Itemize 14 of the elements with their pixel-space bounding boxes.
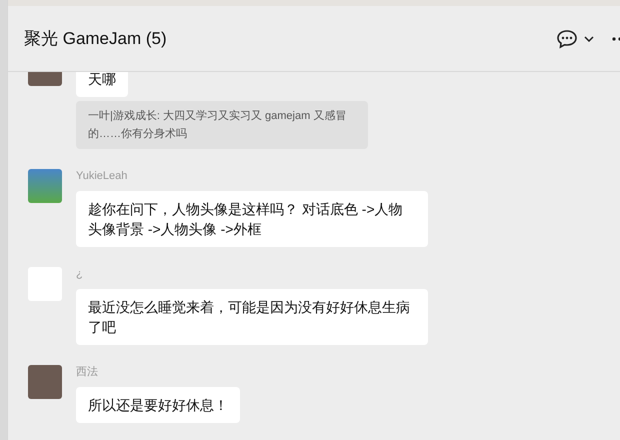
chat-title: 聚光 GameJam (5) [24,28,168,50]
message-bubble: 最近没怎么睡觉来着，可能是因为没有好好休息生病了吧 [76,289,428,345]
avatar-photo-placeholder[interactable] [28,169,62,203]
avatar-photo-placeholder[interactable] [28,365,62,399]
message-bubble: 天哪 [76,72,128,97]
chat-bubble-icon[interactable] [556,28,578,48]
quoted-message: 一叶|游戏成长: 大四又学习又实习又 gamejam 又感冒的……你有分身术吗 [76,101,368,149]
chevron-down-icon[interactable] [584,36,594,42]
sender-name: 西法 [76,365,98,379]
sender-name: ¿ [76,267,83,281]
more-icon[interactable] [612,36,620,40]
sender-name: YukieLeah [76,169,128,183]
message-bubble: 所以还是要好好休息！ [76,387,240,423]
message-bubble: 趁你在问下，人物头像是这样吗？ 对话底色 ->人物头像背景 ->人物头像 ->外框 [76,191,428,247]
